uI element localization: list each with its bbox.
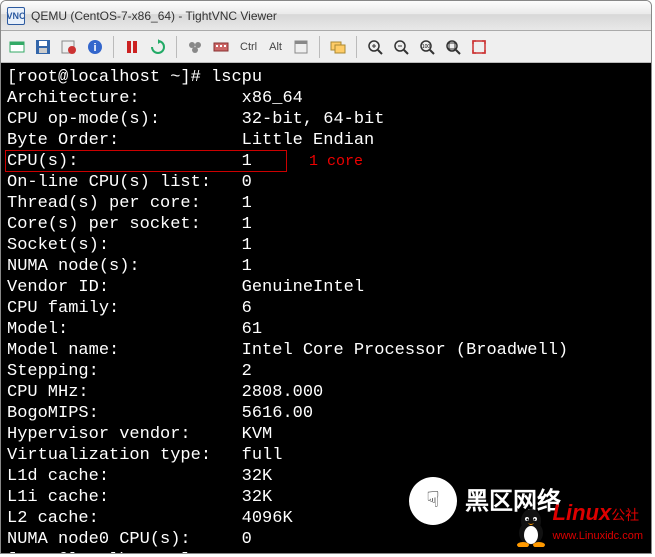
terminal-row: BogoMIPS: 5616.00 (7, 403, 645, 424)
terminal-row: Virtualization type: full (7, 445, 645, 466)
terminal-row: Thread(s) per core: 1 (7, 193, 645, 214)
terminal-row: CPU family: 6 (7, 298, 645, 319)
alt-key-button[interactable]: Alt (264, 38, 287, 56)
refresh-button[interactable] (146, 35, 170, 59)
zoom-in-button[interactable] (363, 35, 387, 59)
vnc-icon: VNC (7, 7, 25, 25)
svg-text:i: i (93, 42, 96, 54)
send-keys-button[interactable] (209, 35, 233, 59)
zoom-out-button[interactable] (389, 35, 413, 59)
info-button[interactable]: i (83, 35, 107, 59)
app-window: VNC QEMU (CentOS-7-x86_64) - TightVNC Vi… (0, 0, 652, 554)
toolbar-button[interactable] (289, 35, 313, 59)
watermark-icon: ☟ (409, 477, 457, 525)
terminal-row: Socket(s): 1 (7, 235, 645, 256)
terminal-row: Byte Order: Little Endian (7, 130, 645, 151)
save-button[interactable] (31, 35, 55, 59)
terminal-row: Vendor ID: GenuineIntel (7, 277, 645, 298)
titlebar[interactable]: VNC QEMU (CentOS-7-x86_64) - TightVNC Vi… (1, 1, 651, 31)
fullscreen-button[interactable] (467, 35, 491, 59)
watermark-linux-text: Linux公社 www.Linuxidc.com (553, 502, 643, 547)
toolbar-separator (319, 36, 320, 58)
terminal-row: CPU op-mode(s): 32-bit, 64-bit (7, 109, 645, 130)
new-connection-button[interactable] (5, 35, 29, 59)
ctrl-alt-del-button[interactable] (183, 35, 207, 59)
toolbar-separator (113, 36, 114, 58)
file-transfer-button[interactable] (326, 35, 350, 59)
watermark-linux: Linux公社 www.Linuxidc.com (513, 502, 643, 547)
toolbar-separator (176, 36, 177, 58)
terminal-row: Core(s) per socket: 1 (7, 214, 645, 235)
terminal-row: Model: 61 (7, 319, 645, 340)
terminal-row: Model name: Intel Core Processor (Broadw… (7, 340, 645, 361)
zoom-100-button[interactable]: 100 (415, 35, 439, 59)
prompt-line: [root@localhost ~]# _ (7, 550, 645, 553)
window-title: QEMU (CentOS-7-x86_64) - TightVNC Viewer (31, 9, 277, 23)
terminal-row: CPU MHz: 2808.000 (7, 382, 645, 403)
options-button[interactable] (57, 35, 81, 59)
terminal-row: Stepping: 2 (7, 361, 645, 382)
terminal[interactable]: [root@localhost ~]# lscpu Architecture: … (1, 63, 651, 553)
terminal-row: Hypervisor vendor: KVM (7, 424, 645, 445)
terminal-row: Architecture: x86_64 (7, 88, 645, 109)
ctrl-key-button[interactable]: Ctrl (235, 38, 262, 56)
terminal-row: On-line CPU(s) list: 0 (7, 172, 645, 193)
svg-text:100: 100 (422, 44, 431, 50)
zoom-fit-button[interactable] (441, 35, 465, 59)
toolbar: i Ctrl Alt 100 (1, 31, 651, 63)
penguin-icon (513, 505, 549, 547)
annotation-text: 1 core (309, 151, 363, 172)
prompt-line: [root@localhost ~]# lscpu (7, 67, 645, 88)
pause-button[interactable] (120, 35, 144, 59)
toolbar-separator (356, 36, 357, 58)
terminal-row: NUMA node(s): 1 (7, 256, 645, 277)
